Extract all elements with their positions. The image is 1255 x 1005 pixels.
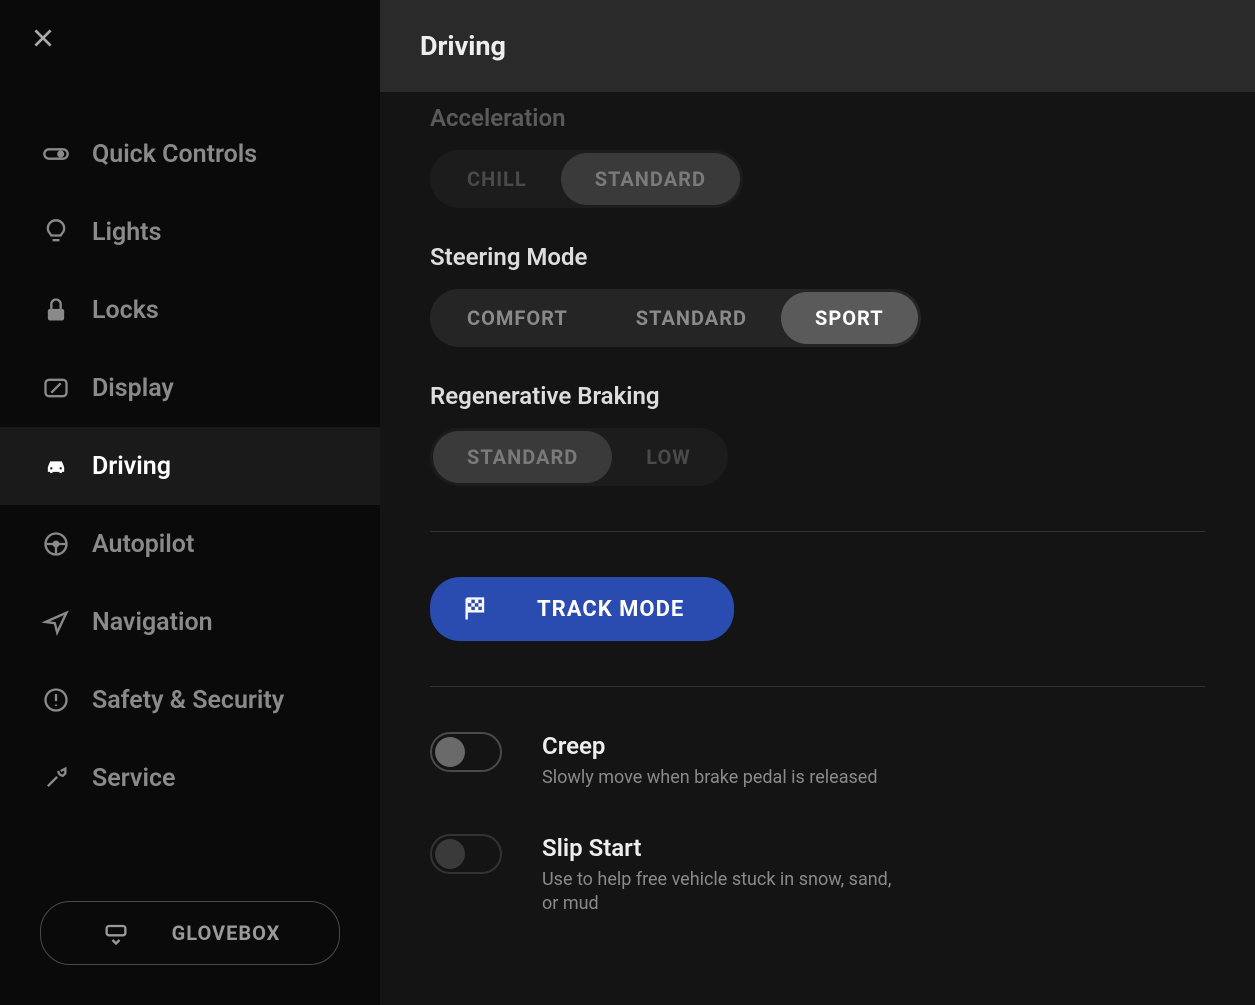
acceleration-segmented: CHILL STANDARD <box>430 150 743 208</box>
sidebar-item-label: Safety & Security <box>92 686 284 715</box>
sidebar-item-navigation[interactable]: Navigation <box>0 583 380 661</box>
acceleration-label: Acceleration <box>430 104 1205 132</box>
track-mode-label: TRACK MODE <box>537 597 684 622</box>
creep-row: Creep Slowly move when brake pedal is re… <box>430 732 1205 789</box>
toggle-icon <box>40 138 72 170</box>
creep-description: Slowly move when brake pedal is released <box>542 766 902 789</box>
steering-segmented: COMFORT STANDARD SPORT <box>430 289 921 347</box>
regen-label: Regenerative Braking <box>430 382 1205 410</box>
sidebar-item-label: Display <box>92 374 174 403</box>
sidebar-item-label: Navigation <box>92 608 213 637</box>
slip-start-description: Use to help free vehicle stuck in snow, … <box>542 868 902 915</box>
flag-icon <box>460 593 492 625</box>
wrench-icon <box>40 762 72 794</box>
sidebar-item-label: Lights <box>92 218 161 247</box>
sidebar-item-label: Quick Controls <box>92 140 257 169</box>
sidebar-item-service[interactable]: Service <box>0 739 380 817</box>
sidebar-item-lights[interactable]: Lights <box>0 193 380 271</box>
acceleration-section: Acceleration CHILL STANDARD <box>430 104 1205 208</box>
steering-label: Steering Mode <box>430 243 1205 271</box>
lock-icon <box>40 294 72 326</box>
bulb-icon <box>40 216 72 248</box>
glovebox-icon <box>100 917 132 949</box>
slip-start-toggle[interactable] <box>430 834 502 874</box>
acceleration-option-standard[interactable]: STANDARD <box>561 153 740 205</box>
regen-section: Regenerative Braking STANDARD LOW <box>430 382 1205 486</box>
regen-segmented: STANDARD LOW <box>430 428 728 486</box>
track-mode-button[interactable]: TRACK MODE <box>430 577 734 641</box>
sidebar-item-locks[interactable]: Locks <box>0 271 380 349</box>
sidebar-item-display[interactable]: Display <box>0 349 380 427</box>
sidebar-item-safety[interactable]: Safety & Security <box>0 661 380 739</box>
main-panel: Driving Acceleration CHILL STANDARD Stee… <box>380 0 1255 1005</box>
nav-icon <box>40 606 72 638</box>
nav-list: Quick Controls Lights Locks Display Driv… <box>0 115 380 871</box>
sidebar-item-label: Locks <box>92 296 159 325</box>
wheel-icon <box>40 528 72 560</box>
glovebox-label: GLOVEBOX <box>172 921 281 945</box>
car-icon <box>40 450 72 482</box>
steering-section: Steering Mode COMFORT STANDARD SPORT <box>430 243 1205 347</box>
sidebar-item-label: Driving <box>92 452 171 481</box>
divider <box>430 686 1205 687</box>
page-title: Driving <box>380 0 1255 92</box>
sidebar-item-driving[interactable]: Driving <box>0 427 380 505</box>
regen-option-low[interactable]: LOW <box>612 431 724 483</box>
display-icon <box>40 372 72 404</box>
steering-option-comfort[interactable]: COMFORT <box>433 292 602 344</box>
content: Acceleration CHILL STANDARD Steering Mod… <box>380 92 1255 1000</box>
acceleration-option-chill[interactable]: CHILL <box>433 153 561 205</box>
slip-start-title: Slip Start <box>542 834 1205 862</box>
close-button[interactable] <box>30 25 60 55</box>
slip-start-row: Slip Start Use to help free vehicle stuc… <box>430 834 1205 915</box>
divider <box>430 531 1205 532</box>
regen-option-standard[interactable]: STANDARD <box>433 431 612 483</box>
glovebox-button[interactable]: GLOVEBOX <box>40 901 340 965</box>
alert-icon <box>40 684 72 716</box>
sidebar-item-quick-controls[interactable]: Quick Controls <box>0 115 380 193</box>
sidebar-item-label: Service <box>92 764 175 793</box>
creep-title: Creep <box>542 732 1205 760</box>
sidebar-item-autopilot[interactable]: Autopilot <box>0 505 380 583</box>
creep-toggle[interactable] <box>430 732 502 772</box>
steering-option-sport[interactable]: SPORT <box>781 292 918 344</box>
steering-option-standard[interactable]: STANDARD <box>602 292 781 344</box>
sidebar-item-label: Autopilot <box>92 530 194 559</box>
sidebar: Quick Controls Lights Locks Display Driv… <box>0 0 380 1005</box>
